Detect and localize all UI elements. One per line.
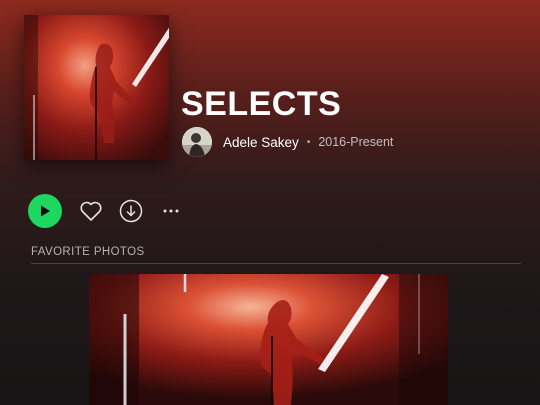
- album-cover[interactable]: [24, 15, 169, 160]
- album-title: SELECTS: [181, 85, 342, 123]
- more-options-button[interactable]: [158, 198, 184, 224]
- artist-avatar-image: [182, 127, 212, 157]
- album-years: 2016-Present: [318, 135, 394, 149]
- section-divider: [31, 263, 521, 264]
- section-heading: FAVORITE PHOTOS: [31, 246, 145, 258]
- artist-name[interactable]: Adele Sakey: [223, 135, 299, 150]
- download-icon: [119, 199, 143, 223]
- favorite-photo[interactable]: [89, 274, 448, 405]
- favorite-photo-image: [89, 274, 448, 405]
- album-cover-image: [24, 15, 169, 160]
- album-meta: Adele Sakey • 2016-Present: [182, 127, 393, 157]
- like-button[interactable]: [78, 198, 104, 224]
- play-icon: [41, 205, 50, 217]
- artist-avatar[interactable]: [182, 127, 212, 157]
- playback-controls: [28, 194, 184, 228]
- more-icon: [163, 209, 179, 213]
- heart-icon: [80, 201, 102, 221]
- meta-separator: •: [306, 136, 311, 148]
- play-button[interactable]: [28, 194, 62, 228]
- download-button[interactable]: [118, 198, 144, 224]
